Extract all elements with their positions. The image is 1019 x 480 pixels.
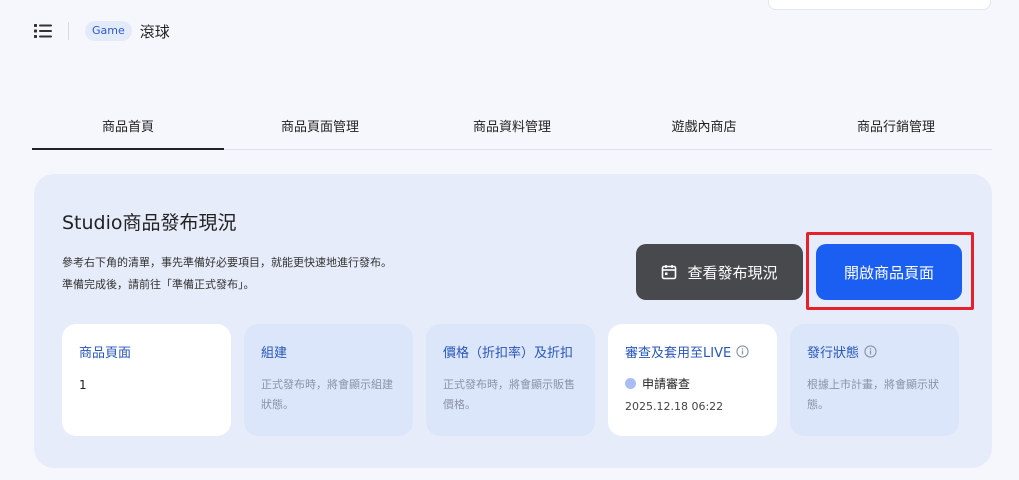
card-title: 發行狀態 [807, 346, 860, 361]
card-description: 根據上市計畫，將會顯示狀態。 [807, 378, 939, 411]
panel-description: 參考右下角的清單，事先準備好必要項目，就能更快速地進行發布。 準備完成後，請前往… [62, 252, 392, 296]
checklist-cards: 商品頁面 1 組建 正式發布時，將會顯示組建狀態。 價格（折扣率）及折扣 正式發… [62, 324, 959, 436]
app-title: 滾球 [139, 22, 170, 41]
tab-product-home[interactable]: 商品首頁 [32, 112, 224, 150]
view-release-status-label: 查看發布現況 [687, 263, 778, 282]
app-type-badge: Game [85, 21, 132, 41]
tab-product-page-management[interactable]: 商品頁面管理 [224, 112, 416, 149]
tab-product-data-management[interactable]: 商品資料管理 [416, 112, 608, 149]
open-product-page-button[interactable]: 開啟商品頁面 [816, 244, 962, 300]
card-title: 價格（折扣率）及折扣 [443, 346, 574, 361]
card-title: 組建 [261, 346, 288, 361]
info-icon[interactable] [736, 345, 749, 358]
app-header: Game 滾球 [34, 18, 170, 44]
panel-description-line-1: 參考右下角的清單，事先準備好必要項目，就能更快速地進行發布。 [62, 256, 392, 269]
tab-in-game-store[interactable]: 遊戲內商店 [608, 112, 800, 149]
card-product-page[interactable]: 商品頁面 1 [62, 324, 231, 436]
card-title: 商品頁面 [79, 346, 132, 361]
review-status: 申請審查 [625, 375, 760, 392]
panel-description-line-2: 準備完成後，請前往「準備正式發布」。 [62, 278, 255, 291]
panel-title: Studio商品發布現況 [62, 212, 237, 234]
card-review-live[interactable]: 審查及套用至LIVE 申請審查 2025.12.18 06:22 [608, 324, 777, 436]
status-dot [625, 378, 636, 389]
view-release-status-button[interactable]: 查看發布現況 [636, 244, 803, 300]
tab-product-marketing[interactable]: 商品行銷管理 [800, 112, 992, 149]
card-price-discount[interactable]: 價格（折扣率）及折扣 正式發布時，將會顯示販售價格。 [426, 324, 595, 436]
card-title-row: 發行狀態 [807, 342, 942, 361]
review-status-label: 申請審查 [642, 377, 691, 391]
card-value: 1 [79, 378, 87, 392]
review-date: 2025.12.18 06:22 [625, 400, 724, 413]
header-divider [68, 22, 69, 40]
card-title-row: 審查及套用至LIVE [625, 342, 760, 361]
info-icon[interactable] [864, 345, 877, 358]
product-tabs: 商品首頁 商品頁面管理 商品資料管理 遊戲內商店 商品行銷管理 [32, 112, 992, 150]
calendar-icon [662, 265, 677, 280]
card-description: 正式發布時，將會顯示組建狀態。 [261, 378, 393, 411]
card-build[interactable]: 組建 正式發布時，將會顯示組建狀態。 [244, 324, 413, 436]
card-title: 審查及套用至LIVE [625, 346, 732, 361]
card-release-status[interactable]: 發行狀態 根據上市計畫，將會顯示狀態。 [790, 324, 959, 436]
menu-list-icon[interactable] [34, 23, 52, 39]
card-description: 正式發布時，將會顯示販售價格。 [443, 378, 575, 411]
top-search-box[interactable] [768, 0, 991, 10]
release-status-panel: Studio商品發布現況 參考右下角的清單，事先準備好必要項目，就能更快速地進行… [34, 174, 992, 468]
